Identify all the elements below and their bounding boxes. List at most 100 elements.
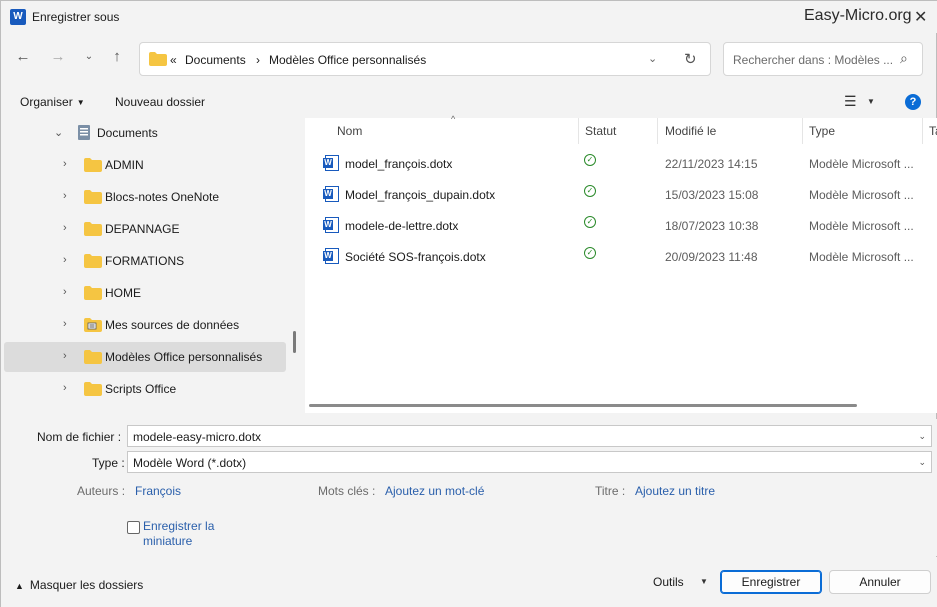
- chevron-right-icon[interactable]: ›: [63, 382, 67, 394]
- tree-item-data-sources[interactable]: › Mes sources de données: [4, 310, 286, 340]
- column-header-size[interactable]: Ta: [929, 124, 937, 138]
- file-row[interactable]: model_françois.dotx ✓ 22/11/2023 14:15 M…: [321, 151, 921, 177]
- tree-item-label: DEPANNAGE: [105, 222, 180, 236]
- tree-item-office-templates[interactable]: › Modèles Office personnalisés: [4, 342, 286, 372]
- chevron-right-icon[interactable]: ›: [63, 318, 67, 330]
- title-label: Titre :: [595, 484, 626, 498]
- file-type: Modèle Microsoft ...: [809, 188, 914, 202]
- filename-label: Nom de fichier :: [37, 430, 122, 444]
- chevron-right-icon[interactable]: ›: [63, 350, 67, 362]
- breadcrumb-documents[interactable]: Documents: [185, 53, 246, 67]
- filename-value: modele-easy-micro.dotx: [133, 430, 262, 444]
- column-header-status[interactable]: Statut: [585, 124, 616, 138]
- column-divider[interactable]: [578, 118, 579, 144]
- save-thumbnail-label-line2[interactable]: miniature: [143, 534, 192, 548]
- tools-caret-icon[interactable]: ▼: [700, 577, 708, 586]
- chevron-right-icon[interactable]: ›: [63, 190, 67, 202]
- file-modified: 22/11/2023 14:15: [665, 157, 758, 171]
- authors-field[interactable]: François: [135, 484, 181, 498]
- file-modified: 15/03/2023 15:08: [665, 188, 759, 202]
- word-template-icon: [323, 186, 339, 202]
- column-divider[interactable]: [922, 118, 923, 144]
- dialog-footer: ▲ Masquer les dossiers Outils ▼ Enregistr…: [1, 557, 937, 607]
- organize-button[interactable]: Organiser ▼: [20, 95, 85, 109]
- column-header-modified[interactable]: Modifié le: [665, 124, 716, 138]
- address-dropdown-icon[interactable]: ⌄: [648, 52, 657, 65]
- close-icon[interactable]: ✕: [914, 7, 927, 27]
- column-header-name[interactable]: Nom: [337, 124, 362, 138]
- search-box[interactable]: Rechercher dans : Modèles ... ⌕: [723, 42, 923, 76]
- synced-check-icon: ✓: [584, 247, 596, 259]
- file-type: Modèle Microsoft ...: [809, 157, 914, 171]
- file-list-scrollbar[interactable]: [309, 404, 857, 407]
- tree-item-onenote[interactable]: › Blocs-notes OneNote: [4, 182, 286, 212]
- refresh-icon[interactable]: ↻: [684, 50, 697, 68]
- synced-check-icon: ✓: [584, 154, 596, 166]
- tree-item-admin[interactable]: › ADMIN: [4, 150, 286, 180]
- tree-item-formations[interactable]: › FORMATIONS: [4, 246, 286, 276]
- tree-item-scripts-office[interactable]: › Scripts Office: [4, 374, 286, 404]
- keywords-field[interactable]: Ajoutez un mot-clé: [385, 484, 484, 498]
- tree-item-label: Documents: [97, 126, 158, 140]
- arrow-right-icon[interactable]: →: [48, 47, 68, 67]
- tree-scrollbar[interactable]: [293, 331, 296, 353]
- tree-item-documents[interactable]: ⌄ Documents: [4, 118, 286, 148]
- navigation-pane[interactable]: ⌄ Documents › ADMIN › Blocs-notes OneNot…: [1, 118, 291, 413]
- tools-button[interactable]: Outils: [653, 575, 684, 589]
- brand-text: Easy-Micro.org: [804, 7, 912, 24]
- type-select[interactable]: Modèle Word (*.dotx) ⌄: [127, 451, 932, 473]
- search-icon[interactable]: ⌕: [900, 50, 908, 67]
- help-icon[interactable]: ?: [905, 94, 921, 110]
- chevron-right-icon[interactable]: ›: [63, 286, 67, 298]
- title-field[interactable]: Ajoutez un titre: [635, 484, 715, 498]
- tree-item-depannage[interactable]: › DEPANNAGE: [4, 214, 286, 244]
- folder-icon: [84, 222, 102, 236]
- new-folder-button[interactable]: Nouveau dossier: [115, 95, 205, 109]
- save-thumbnail-checkbox[interactable]: [127, 521, 140, 534]
- command-bar: Organiser ▼ Nouveau dossier ☰ ▼ ?: [1, 89, 937, 115]
- file-list[interactable]: ^ Nom Statut Modifié le Type Ta model_fr…: [305, 114, 937, 413]
- file-name: modele-de-lettre.dotx: [345, 219, 459, 233]
- sort-ascending-icon: ^: [451, 114, 456, 124]
- cancel-button[interactable]: Annuler: [829, 570, 931, 594]
- tree-item-label: HOME: [105, 286, 141, 300]
- save-thumbnail-label[interactable]: Enregistrer la: [143, 519, 214, 533]
- save-as-dialog: W Enregistrer sous Easy-Micro.org ✕ ← → …: [0, 0, 937, 607]
- breadcrumb-separator-icon: ›: [256, 53, 260, 67]
- filename-input[interactable]: modele-easy-micro.dotx ⌄: [127, 425, 932, 447]
- folder-icon: [84, 382, 102, 396]
- file-name: model_françois.dotx: [345, 157, 453, 171]
- chevron-right-icon[interactable]: ›: [63, 158, 67, 170]
- type-value: Modèle Word (*.dotx): [133, 456, 247, 470]
- column-divider[interactable]: [657, 118, 658, 144]
- arrow-left-icon[interactable]: ←: [13, 47, 33, 67]
- title-bar: W Enregistrer sous Easy-Micro.org ✕: [1, 1, 937, 33]
- view-list-icon[interactable]: ☰: [844, 93, 857, 110]
- chevron-right-icon[interactable]: ›: [63, 222, 67, 234]
- hide-folders-toggle[interactable]: ▲ Masquer les dossiers: [15, 578, 143, 592]
- address-bar[interactable]: « Documents › Modèles Office personnalis…: [139, 42, 711, 76]
- chevron-right-icon[interactable]: ›: [63, 254, 67, 266]
- breadcrumb-overflow[interactable]: «: [170, 53, 177, 67]
- tree-item-label: FORMATIONS: [105, 254, 185, 268]
- word-template-icon: [323, 217, 339, 233]
- chevron-down-icon[interactable]: ⌄: [918, 457, 926, 468]
- tree-item-label: ADMIN: [105, 158, 144, 172]
- folder-icon: [84, 190, 102, 204]
- word-icon: W: [10, 9, 26, 25]
- tree-item-label: Blocs-notes OneNote: [105, 190, 220, 204]
- file-row[interactable]: modele-de-lettre.dotx ✓ 18/07/2023 10:38…: [321, 213, 921, 239]
- chevron-down-icon[interactable]: ⌄: [918, 431, 926, 442]
- save-button[interactable]: Enregistrer: [720, 570, 822, 594]
- chevron-down-icon[interactable]: ⌄: [79, 47, 99, 67]
- file-row[interactable]: Model_françois_dupain.dotx ✓ 15/03/2023 …: [321, 182, 921, 208]
- column-divider[interactable]: [802, 118, 803, 144]
- column-header-type[interactable]: Type: [809, 124, 835, 138]
- chevron-expanded-icon[interactable]: ⌄: [54, 126, 63, 139]
- tree-item-home[interactable]: › HOME: [4, 278, 286, 308]
- view-caret-icon[interactable]: ▼: [867, 97, 875, 106]
- file-row[interactable]: Société SOS-françois.dotx ✓ 20/09/2023 1…: [321, 244, 921, 270]
- caret-up-icon: ▲: [15, 581, 24, 591]
- arrow-up-icon[interactable]: ↑: [107, 47, 127, 67]
- breadcrumb-current[interactable]: Modèles Office personnalisés: [269, 53, 426, 67]
